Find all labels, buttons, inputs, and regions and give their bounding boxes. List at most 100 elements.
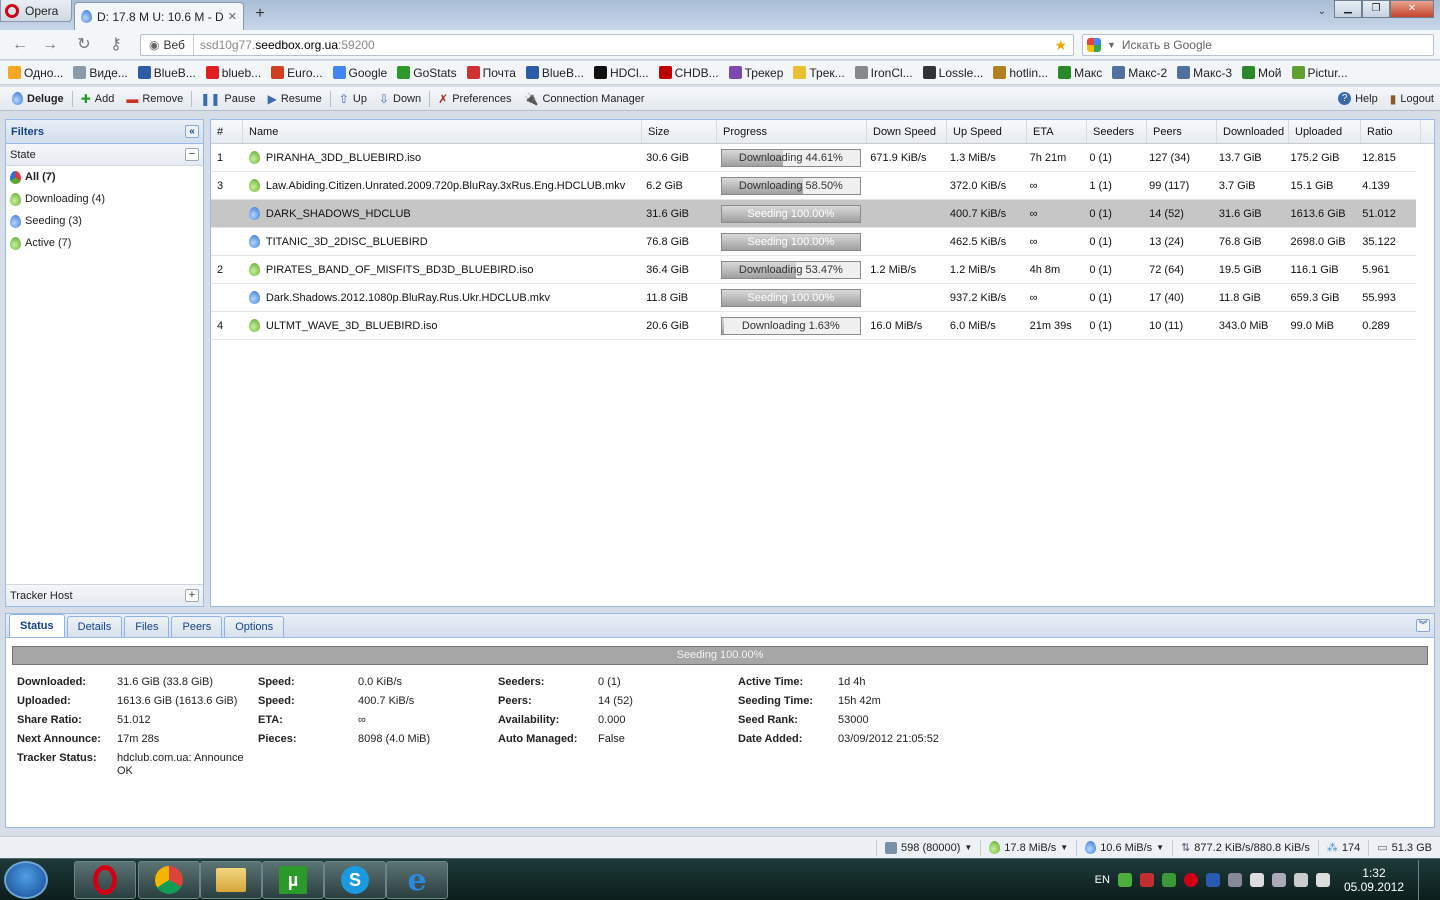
taskbar-chrome[interactable] [138,861,200,899]
minimize-button[interactable]: ▁ [1334,0,1362,18]
bookmark-item[interactable]: Lossle... [922,66,983,80]
bookmark-item[interactable]: hotlin... [993,66,1048,80]
search-field[interactable]: ▼ Искать в Google [1082,34,1434,56]
filter-item-all[interactable]: All (7) [6,166,203,188]
bookmark-item[interactable]: Макс-2 [1112,66,1167,80]
table-row[interactable]: 1 PIRANHA_3DD_BLUEBIRD.iso 30.6 GiB Downloa… [211,144,1416,172]
filter-item-active[interactable]: Active (7) [6,232,203,254]
table-row[interactable]: 3 Law.Abiding.Citizen.Unrated.2009.720p.B… [211,172,1416,200]
tray-monitor-icon[interactable] [1227,873,1242,887]
tab-peers[interactable]: Peers [171,616,223,637]
bookmark-item[interactable]: Одно... [8,66,63,80]
bluetooth-icon[interactable] [1205,873,1220,887]
bookmark-item[interactable]: Макс-3 [1177,66,1232,80]
filter-item-downloading[interactable]: Downloading (4) [6,188,203,210]
column-header[interactable]: ETA [1027,120,1087,143]
clock[interactable]: 1:32 05.09.2012 [1344,866,1404,894]
taskbar-utorrent[interactable]: µ [262,861,324,899]
new-tab-button[interactable]: + [250,5,270,23]
bookmark-item[interactable]: HDCl... [593,66,649,80]
queue-down-button[interactable]: ⇩ Down [373,89,427,109]
column-header[interactable]: Ratio [1361,120,1421,143]
column-header[interactable]: Seeders [1087,120,1147,143]
address-field[interactable]: ◉ Веб ssd10g77.seedbox.org.ua:59200 ★ [140,34,1074,56]
bookmark-item[interactable]: Euro... [271,66,323,80]
tray-network-icon[interactable] [1271,873,1286,887]
bookmark-item[interactable]: Трекер [728,66,783,80]
queue-up-button[interactable]: ⇧ Up [333,89,373,109]
tab-options[interactable]: Options [224,616,285,637]
browser-tab[interactable]: D: 17.8 M U: 10.6 M - D... ✕ [74,2,244,30]
key-icon[interactable]: ⚷ [106,36,126,54]
collapse-details-icon[interactable]: ︾ [1416,619,1430,632]
table-row[interactable]: TITANIC_3D_2DISC_BLUEBIRD 76.8 GiB Seeding… [211,228,1416,256]
column-header[interactable]: Peers [1147,120,1217,143]
language-indicator[interactable]: EN [1095,874,1110,886]
column-header[interactable]: Name [243,120,642,143]
column-header[interactable]: Down Speed [867,120,947,143]
bookmark-item[interactable]: BlueB... [525,66,584,80]
column-header[interactable]: Up Speed [947,120,1027,143]
column-header[interactable]: Progress [717,120,867,143]
tracker-host-header[interactable]: Tracker Host + [6,584,203,606]
tabs-menu-icon[interactable]: ⌄ [1318,6,1326,17]
column-header[interactable]: Uploaded [1289,120,1361,143]
flag-icon[interactable] [1249,873,1264,887]
forward-icon[interactable]: → [40,36,60,54]
tab-close-icon[interactable]: ✕ [228,10,237,23]
bookmark-item[interactable]: blueb... [205,66,261,80]
upload-speed-status[interactable]: 10.6 MiB/s ▼ [1076,839,1172,856]
tray-green-icon[interactable] [1117,873,1132,887]
bookmark-item[interactable]: Pictur... [1291,66,1348,80]
bookmark-item[interactable]: Виде... [73,66,128,80]
tray-red-icon[interactable] [1139,873,1154,887]
filter-item-seeding[interactable]: Seeding (3) [6,210,203,232]
collapse-state-icon[interactable]: − [185,148,199,161]
pause-button[interactable]: ❚❚ Pause [194,89,261,109]
start-button[interactable] [4,861,48,899]
bookmark-item[interactable]: IronCl... [854,66,913,80]
bookmark-item[interactable]: Трек... [793,66,845,80]
table-row[interactable]: DARK_SHADOWS_HDCLUB 31.6 GiB Seeding 100.0… [211,200,1416,228]
taskbar-explorer[interactable] [200,861,262,899]
column-header[interactable]: # [211,120,243,143]
expand-tracker-host-icon[interactable]: + [185,589,199,602]
taskbar-skype[interactable]: S [324,861,386,899]
state-filter-header[interactable]: State − [6,144,203,166]
preferences-button[interactable]: ✗ Preferences [432,89,517,109]
remove-button[interactable]: ▬ Remove [120,89,189,109]
download-speed-status[interactable]: 17.8 MiB/s ▼ [980,839,1076,856]
help-button[interactable]: ? Help [1332,89,1384,109]
logout-button[interactable]: ▮ Logout [1384,89,1440,109]
taskbar-opera[interactable] [74,861,136,899]
add-button[interactable]: ✚ Add [75,89,121,109]
bookmark-item[interactable]: Макс [1058,66,1102,80]
bookmark-star-icon[interactable]: ★ [1054,37,1067,54]
show-desktop-button[interactable] [1418,860,1430,900]
back-icon[interactable]: ← [10,36,30,54]
collapse-filters-icon[interactable]: « [185,125,199,138]
table-row[interactable]: 2 PIRATES_BAND_OF_MISFITS_BD3D_BLUEBIRD.i… [211,256,1416,284]
tray-opera-icon[interactable] [1183,873,1198,887]
close-window-button[interactable]: ✕ [1390,0,1434,18]
tab-status[interactable]: Status [9,614,65,637]
volume-icon[interactable] [1315,873,1330,887]
bookmark-item[interactable]: Почта [466,66,516,80]
column-header[interactable]: Downloaded [1217,120,1289,143]
bookmark-item[interactable]: BlueB... [137,66,196,80]
reload-icon[interactable]: ↻ [74,36,94,54]
search-engine-dropdown-icon[interactable]: ▼ [1107,40,1116,50]
site-info-button[interactable]: ◉ Веб [141,35,194,55]
connections-status[interactable]: 598 (80000) ▼ [876,839,980,856]
maximize-button[interactable]: ❐ [1362,0,1390,18]
tab-files[interactable]: Files [124,616,170,637]
taskbar-ie[interactable]: e [386,861,448,899]
table-row[interactable]: Dark.Shadows.2012.1080p.BluRay.Rus.Ukr.H… [211,284,1416,312]
column-header[interactable]: Size [642,120,717,143]
connection-manager-button[interactable]: 🔌 Connection Manager [518,89,651,109]
bookmark-item[interactable]: Google [332,66,387,80]
tray-check-icon[interactable] [1161,873,1176,887]
resume-button[interactable]: ▶ Resume [262,89,328,109]
tab-details[interactable]: Details [66,616,123,637]
signal-icon[interactable] [1293,873,1308,887]
